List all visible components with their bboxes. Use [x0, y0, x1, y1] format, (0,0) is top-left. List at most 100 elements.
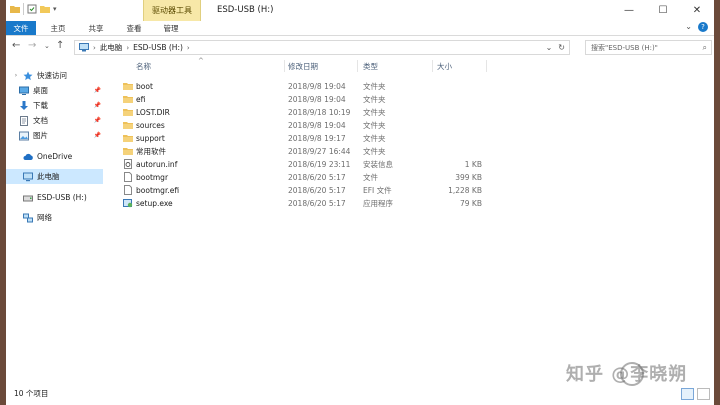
- column-divider[interactable]: [432, 60, 433, 72]
- table-row[interactable]: 常用软件 2018/9/27 16:44 文件夹: [118, 145, 508, 158]
- pin-icon[interactable]: 📌: [94, 132, 101, 139]
- nav-item-network[interactable]: 网络: [6, 210, 103, 225]
- maximize-button[interactable]: ☐: [646, 0, 680, 21]
- table-row[interactable]: autorun.inf 2018/6/19 23:11 安装信息 1 KB: [118, 158, 508, 171]
- new-folder-icon[interactable]: [40, 4, 50, 14]
- column-header-size[interactable]: 大小: [437, 61, 452, 72]
- folder-icon: [123, 148, 133, 155]
- expand-arrow-icon[interactable]: ›: [12, 72, 20, 79]
- pin-icon[interactable]: 📌: [94, 87, 101, 94]
- table-row[interactable]: support 2018/9/8 19:17 文件夹: [118, 132, 508, 145]
- file-size: 1,228 KB: [448, 186, 482, 195]
- details-view-icon[interactable]: [681, 388, 694, 400]
- table-row[interactable]: bootmgr.efi 2018/6/20 5:17 EFI 文件 1,228 …: [118, 184, 508, 197]
- expand-ribbon-icon[interactable]: ⌄: [685, 22, 692, 31]
- tab-home[interactable]: 主页: [40, 21, 76, 35]
- nav-item-desktop[interactable]: 桌面 📌: [6, 83, 103, 98]
- file-name: boot: [136, 82, 153, 91]
- nav-item-usb-drive[interactable]: ESD-USB (H:): [6, 190, 103, 205]
- recent-locations-icon[interactable]: ⌄: [44, 42, 50, 50]
- breadcrumb-separator-icon[interactable]: ›: [93, 44, 96, 52]
- breadcrumb-usb-drive[interactable]: ESD-USB (H:): [133, 43, 183, 52]
- folder-icon[interactable]: [10, 4, 20, 14]
- cloud-icon: [23, 153, 33, 160]
- tab-share[interactable]: 共享: [78, 21, 114, 35]
- tab-file[interactable]: 文件: [6, 21, 36, 35]
- close-button[interactable]: ✕: [680, 0, 714, 21]
- nav-item-label: 文档: [33, 116, 48, 125]
- settings-file-icon: [124, 159, 132, 169]
- file-type: 文件夹: [363, 147, 386, 156]
- tab-manage[interactable]: 管理: [152, 21, 190, 35]
- column-divider[interactable]: [486, 60, 487, 72]
- folder-icon: [123, 83, 133, 90]
- refresh-icon[interactable]: ↻: [558, 41, 565, 54]
- breadcrumb-separator-icon[interactable]: ›: [187, 44, 190, 52]
- nav-item-onedrive[interactable]: OneDrive: [6, 149, 103, 164]
- drive-tools-context-tab[interactable]: 驱动器工具: [143, 0, 201, 21]
- nav-item-downloads[interactable]: 下载 📌: [6, 98, 103, 113]
- large-icons-view-icon[interactable]: [697, 388, 710, 400]
- file-type: 文件夹: [363, 108, 386, 117]
- file-date: 2018/6/20 5:17: [288, 186, 346, 195]
- pictures-icon: [19, 131, 29, 140]
- tab-view[interactable]: 查看: [116, 21, 152, 35]
- computer-icon: [23, 172, 33, 181]
- pin-icon[interactable]: 📌: [94, 102, 101, 109]
- column-header-name[interactable]: 名称: [136, 61, 151, 72]
- file-name: support: [136, 134, 165, 143]
- properties-icon[interactable]: [27, 4, 37, 14]
- star-icon: [23, 71, 33, 80]
- file-size: 1 KB: [464, 160, 482, 169]
- file-name: setup.exe: [136, 199, 173, 208]
- help-icon[interactable]: ?: [698, 22, 708, 32]
- breadcrumb-separator-icon[interactable]: ›: [126, 44, 129, 52]
- address-history-icon[interactable]: ⌄: [546, 41, 553, 54]
- file-type: 文件夹: [363, 121, 386, 130]
- table-row[interactable]: efi 2018/9/8 19:04 文件夹: [118, 93, 508, 106]
- nav-item-quick-access[interactable]: › 快速访问: [6, 68, 103, 83]
- watermark: 知乎 @李晓朔: [566, 364, 688, 385]
- up-arrow-icon[interactable]: ↑: [56, 40, 64, 51]
- column-header-type[interactable]: 类型: [363, 61, 378, 72]
- column-header-date[interactable]: 修改日期: [288, 61, 318, 72]
- pin-icon[interactable]: 📌: [94, 117, 101, 124]
- explorer-window: ▾ 驱动器工具 ESD-USB (H:) — ☐ ✕ 文件 主页 共享 查看 管…: [6, 0, 714, 405]
- table-row[interactable]: LOST.DIR 2018/9/18 10:19 文件夹: [118, 106, 508, 119]
- minimize-button[interactable]: —: [612, 0, 646, 21]
- back-arrow-icon[interactable]: ←: [12, 40, 20, 51]
- file-type: 文件: [363, 173, 378, 182]
- table-row[interactable]: sources 2018/9/8 19:04 文件夹: [118, 119, 508, 132]
- forward-arrow-icon[interactable]: →: [28, 40, 36, 51]
- nav-item-documents[interactable]: 文档 📌: [6, 113, 103, 128]
- ribbon-tabs: 文件 主页 共享 查看 管理 ⌄ ?: [6, 21, 714, 36]
- folder-icon: [123, 135, 133, 142]
- table-row[interactable]: boot 2018/9/8 19:04 文件夹: [118, 80, 508, 93]
- table-row[interactable]: bootmgr 2018/6/20 5:17 文件 399 KB: [118, 171, 508, 184]
- nav-item-label: 网络: [37, 213, 52, 222]
- folder-icon: [123, 109, 133, 116]
- column-divider[interactable]: [284, 60, 285, 72]
- nav-item-label: 此电脑: [37, 172, 60, 181]
- file-date: 2018/6/20 5:17: [288, 173, 346, 182]
- address-bar[interactable]: › 此电脑 › ESD-USB (H:) › ⌄ ↻: [74, 40, 570, 55]
- view-switcher: [681, 388, 710, 400]
- breadcrumb-this-pc[interactable]: 此电脑: [100, 42, 123, 53]
- file-date: 2018/6/20 5:17: [288, 199, 346, 208]
- file-name: efi: [136, 95, 146, 104]
- file-type: 安装信息: [363, 160, 393, 169]
- nav-item-this-pc[interactable]: 此电脑: [6, 169, 103, 184]
- file-date: 2018/9/8 19:04: [288, 121, 346, 130]
- search-box[interactable]: 搜索"ESD-USB (H:)" ⌕: [585, 40, 712, 55]
- nav-item-label: 桌面: [33, 86, 48, 95]
- file-type: 文件夹: [363, 82, 386, 91]
- nav-item-label: 快速访问: [37, 71, 67, 80]
- file-type: 文件夹: [363, 95, 386, 104]
- customize-toolbar-icon[interactable]: ▾: [53, 5, 57, 13]
- column-divider[interactable]: [357, 60, 358, 72]
- search-icon[interactable]: ⌕: [703, 43, 707, 53]
- search-input[interactable]: 搜索"ESD-USB (H:)": [591, 43, 658, 53]
- table-row[interactable]: setup.exe 2018/6/20 5:17 应用程序 79 KB: [118, 197, 508, 210]
- address-actions: ⌄ ↻: [546, 41, 565, 54]
- nav-item-pictures[interactable]: 图片 📌: [6, 128, 103, 143]
